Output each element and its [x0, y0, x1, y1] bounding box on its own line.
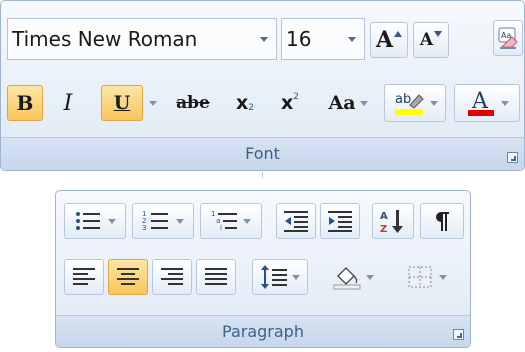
change-case-dropdown-icon[interactable] [359, 100, 368, 106]
clear-formatting-button[interactable]: Aa [493, 20, 523, 56]
subscript-small-icon: 2 [248, 103, 254, 113]
highlight-text-icon: ab [395, 92, 411, 107]
italic-button[interactable]: I [49, 85, 87, 121]
grow-arrow-icon [394, 31, 403, 37]
increase-indent-button[interactable] [320, 203, 360, 239]
superscript-button[interactable]: x 2 [270, 85, 310, 121]
sort-icon: A Z [380, 210, 403, 234]
borders-icon [408, 266, 432, 288]
shrink-font-button[interactable]: A [413, 22, 449, 58]
bold-label: B [16, 91, 34, 115]
font-name-dropdown-icon[interactable] [260, 37, 268, 42]
font-size-value: 16 [286, 27, 312, 51]
decrease-indent-icon [284, 211, 308, 232]
change-case-button[interactable]: Aa [323, 85, 373, 121]
bullets-button[interactable] [64, 203, 126, 239]
pilcrow-icon [436, 212, 449, 231]
italic-label: I [63, 90, 73, 116]
svg-text:i: i [220, 224, 222, 232]
font-name-combo[interactable]: Times New Roman [7, 18, 277, 60]
shrink-arrow-icon [434, 31, 443, 37]
justify-icon [205, 268, 227, 285]
font-size-combo[interactable]: 16 [281, 18, 365, 60]
bullets-icon [76, 212, 100, 230]
align-left-icon [73, 268, 95, 285]
highlight-button[interactable]: ab [384, 84, 446, 122]
shading-dropdown-icon[interactable] [366, 274, 374, 280]
font-name-value: Times New Roman [12, 27, 198, 51]
numbering-button[interactable]: 1 2 3 [132, 203, 194, 239]
font-group-caption: Font [1, 137, 524, 170]
highlighter-icon: ab [394, 92, 424, 115]
line-spacing-icon [260, 265, 287, 289]
multilevel-list-icon: 1 a i [211, 210, 237, 232]
superscript-small-icon: 2 [293, 92, 299, 102]
highlight-dropdown-icon[interactable] [429, 100, 438, 106]
bullets-dropdown-icon[interactable] [108, 218, 116, 224]
sort-button[interactable]: A Z [372, 203, 414, 239]
grow-font-label: A [375, 27, 394, 53]
font-color-icon: A [467, 89, 494, 116]
superscript-label: x [281, 92, 294, 114]
show-formatting-marks-button[interactable] [420, 203, 464, 239]
shading-bucket-icon [333, 267, 361, 290]
paragraph-group-caption: Paragraph [56, 315, 470, 347]
shading-button[interactable] [320, 259, 386, 295]
subscript-button[interactable]: x 2 [225, 85, 265, 121]
paragraph-group: 1 2 3 1 a i A Z Paragraph [55, 190, 471, 348]
svg-text:1: 1 [211, 210, 215, 218]
font-color-dropdown-icon[interactable] [500, 100, 509, 106]
justify-button[interactable] [196, 259, 236, 295]
line-spacing-button[interactable] [252, 259, 308, 295]
align-center-button[interactable] [108, 259, 148, 295]
underline-button[interactable]: U [101, 85, 143, 121]
group-separator [262, 172, 263, 178]
numbering-icon: 1 2 3 [142, 210, 168, 232]
decrease-indent-button[interactable] [276, 203, 316, 239]
underline-label: U [113, 92, 131, 114]
clear-formatting-icon: Aa [498, 27, 518, 49]
subscript-label: x [236, 92, 249, 114]
borders-dropdown-icon[interactable] [439, 274, 447, 280]
svg-text:Z: Z [380, 224, 387, 234]
strikethrough-button[interactable]: abe [170, 85, 216, 121]
shrink-font-label: A [419, 30, 434, 50]
align-right-icon [161, 268, 183, 285]
align-left-button[interactable] [64, 259, 104, 295]
grow-font-button[interactable]: A [370, 22, 408, 58]
change-case-label: Aa [328, 92, 356, 114]
bold-button[interactable]: B [7, 85, 43, 121]
line-spacing-dropdown-icon[interactable] [291, 274, 300, 280]
numbering-dropdown-icon[interactable] [176, 218, 184, 224]
font-dialog-launcher-icon[interactable] [507, 152, 518, 163]
svg-text:3: 3 [142, 224, 146, 232]
borders-button[interactable] [394, 259, 460, 295]
font-size-dropdown-icon[interactable] [348, 37, 356, 42]
font-group: Times New Roman 16 A A Aa B I U abe x 2 … [0, 0, 525, 171]
paragraph-dialog-launcher-icon[interactable] [453, 329, 464, 340]
paragraph-caption-label: Paragraph [222, 322, 304, 341]
multilevel-list-button[interactable]: 1 a i [200, 203, 262, 239]
font-color-button[interactable]: A [454, 84, 520, 122]
multilevel-list-dropdown-icon[interactable] [243, 218, 251, 224]
increase-indent-icon [328, 211, 352, 232]
svg-text:A: A [380, 211, 388, 222]
align-right-button[interactable] [152, 259, 192, 295]
underline-dropdown-icon[interactable] [149, 101, 157, 106]
align-center-icon [117, 268, 139, 285]
strikethrough-label: abe [176, 93, 210, 113]
font-caption-label: Font [245, 144, 280, 163]
